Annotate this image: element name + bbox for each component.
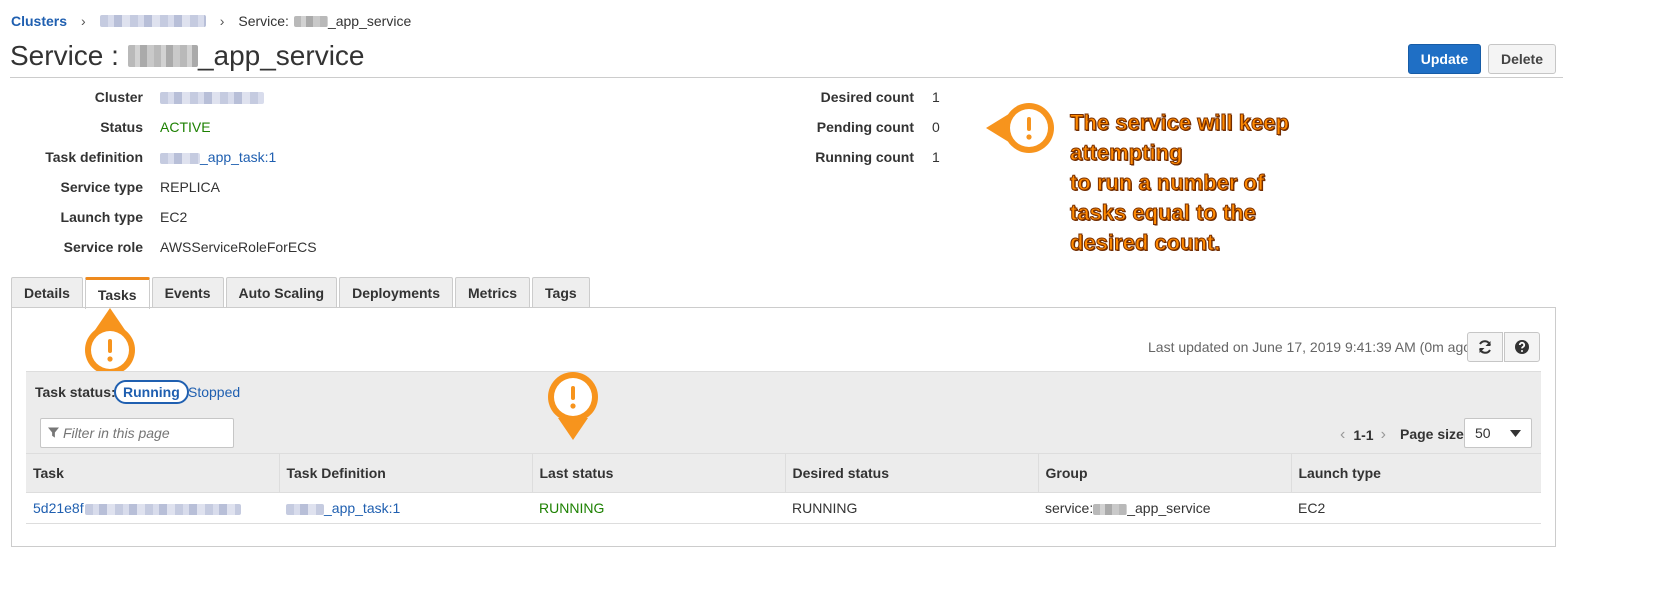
task-table: Task Task Definition Last status Desired…	[26, 453, 1541, 524]
desired-count-value: 1	[932, 89, 940, 105]
breadcrumb-cluster-link[interactable]	[99, 15, 206, 27]
tab-deployments[interactable]: Deployments	[339, 277, 453, 308]
column-header-group[interactable]: Group	[1037, 453, 1291, 493]
callout-line: The service will keep	[1070, 110, 1290, 136]
callout-line: attempting	[1070, 140, 1183, 166]
detail-label: Service type	[60, 179, 144, 195]
page-size-value: 50	[1475, 425, 1491, 441]
column-header-last-status[interactable]: Last status	[531, 453, 785, 493]
status-stopped-toggle[interactable]: Stopped	[188, 384, 240, 400]
launch-type-cell: EC2	[1291, 492, 1541, 524]
tab-auto-scaling[interactable]: Auto Scaling	[225, 277, 338, 308]
pager-next-icon[interactable]: ›	[1381, 426, 1386, 444]
detail-label: Desired count	[820, 89, 914, 105]
filter-bar	[26, 371, 1541, 453]
callout-line: desired count.	[1070, 230, 1221, 256]
breadcrumb: Clusters › › Service: _app_service	[11, 12, 411, 30]
tab-metrics[interactable]: Metrics	[455, 277, 531, 308]
page-size-select[interactable]: 50	[1464, 418, 1532, 448]
service-type-value: REPLICA	[160, 179, 220, 195]
table-row: 5d21e8f _app_task:1 RUNNING RUNNING serv…	[26, 492, 1541, 524]
last-status-cell: RUNNING	[532, 492, 785, 524]
task-id-link[interactable]: 5d21e8f	[33, 500, 241, 516]
breadcrumb-current-prefix: Service:	[238, 13, 289, 29]
filter-icon	[48, 427, 59, 438]
page-size-label: Page size	[1400, 426, 1464, 442]
column-header-desired-status[interactable]: Desired status	[784, 453, 1038, 493]
chevron-right-icon: ›	[81, 13, 86, 29]
column-header-task-definition[interactable]: Task Definition	[278, 453, 532, 493]
delete-button[interactable]: Delete	[1488, 44, 1556, 74]
detail-label: Running count	[815, 149, 914, 165]
caret-down-icon	[1510, 429, 1521, 437]
status-running-toggle[interactable]: Running	[114, 380, 189, 404]
service-role-value: AWSServiceRoleForECS	[160, 239, 317, 255]
tab-bar: Details Tasks Events Auto Scaling Deploy…	[11, 277, 592, 309]
chevron-right-icon: ›	[219, 13, 225, 29]
pager-prev-icon[interactable]: ‹	[1340, 426, 1345, 444]
table-header-row: Task Task Definition Last status Desired…	[26, 453, 1541, 493]
detail-running-count: Running count 1	[0, 147, 1000, 167]
tab-tags[interactable]: Tags	[532, 277, 590, 308]
detail-label: Service role	[63, 239, 143, 255]
update-button[interactable]: Update	[1408, 44, 1481, 74]
filter-input[interactable]	[63, 425, 233, 441]
running-count-value: 1	[932, 149, 940, 165]
question-icon	[1515, 340, 1529, 354]
detail-pending-count: Pending count 0	[0, 117, 1000, 137]
warning-callout-icon	[85, 308, 135, 375]
task-definition-cell: _app_task:1	[279, 492, 532, 524]
refresh-button[interactable]	[1467, 332, 1503, 362]
callout-line: tasks equal to the	[1070, 200, 1257, 226]
tab-details[interactable]: Details	[11, 277, 83, 308]
warning-callout-icon	[548, 372, 598, 440]
tab-tasks[interactable]: Tasks	[84, 277, 150, 309]
warning-callout-icon	[986, 103, 1054, 153]
title-divider	[10, 77, 1563, 78]
task-status-label: Task status:	[35, 384, 116, 400]
callout-text: The service will keep attempting to run …	[1070, 108, 1290, 258]
column-header-launch-type[interactable]: Launch type	[1290, 453, 1541, 493]
desired-status-cell: RUNNING	[785, 492, 1038, 524]
task-cell: 5d21e8f	[26, 492, 279, 524]
detail-desired-count: Desired count 1	[0, 87, 1000, 107]
tab-events[interactable]: Events	[151, 277, 224, 308]
launch-type-value: EC2	[160, 209, 188, 225]
pending-count-value: 0	[932, 119, 940, 135]
help-button[interactable]	[1504, 332, 1540, 362]
refresh-icon	[1479, 340, 1491, 354]
redacted-name	[293, 15, 328, 27]
pager: ‹ 1-1 ›	[1340, 426, 1386, 444]
page-title-suffix: _app_service	[197, 40, 365, 71]
callout-line: to run a number of	[1070, 170, 1265, 196]
detail-label: Pending count	[816, 119, 914, 135]
detail-launch-type: Launch type EC2	[0, 207, 700, 227]
page-title: Service : _app_service	[10, 40, 365, 72]
task-definition-link[interactable]: _app_task:1	[286, 500, 400, 516]
detail-service-role: Service role AWSServiceRoleForECS	[0, 237, 700, 257]
column-header-task[interactable]: Task	[26, 453, 279, 493]
redacted-name	[127, 45, 198, 67]
last-updated-text: Last updated on June 17, 2019 9:41:39 AM…	[1148, 339, 1476, 355]
breadcrumb-clusters-link[interactable]: Clusters	[11, 13, 67, 29]
page-title-prefix: Service :	[10, 40, 119, 71]
group-cell: service: _app_service	[1038, 492, 1291, 524]
filter-field	[40, 418, 234, 448]
pager-range: 1-1	[1353, 427, 1374, 443]
detail-service-type: Service type REPLICA	[0, 177, 700, 197]
breadcrumb-current-suffix: _app_service	[327, 13, 412, 29]
detail-label: Launch type	[60, 209, 143, 225]
